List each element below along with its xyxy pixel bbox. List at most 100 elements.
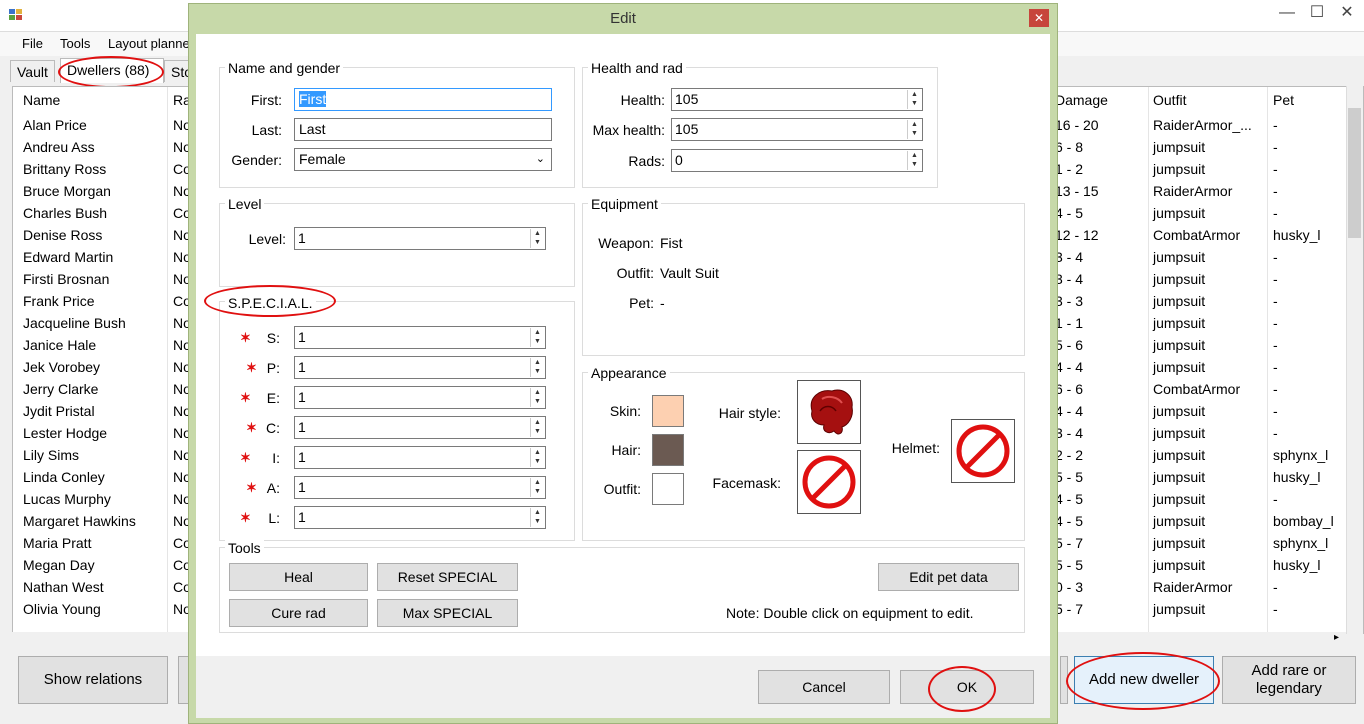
max-special-button[interactable]: Max SPECIAL xyxy=(377,599,518,627)
grid-cell-damage[interactable]: 4 - 5 xyxy=(1055,513,1083,529)
grid-cell-name[interactable]: Bruce Morgan xyxy=(23,183,111,199)
menu-file[interactable]: File xyxy=(22,36,43,51)
level-spinner[interactable]: 1 ▲ ▼ xyxy=(294,227,546,250)
grid-cell-damage[interactable]: 3 - 4 xyxy=(1055,249,1083,265)
grid-cell-outfit[interactable]: jumpsuit xyxy=(1153,161,1205,177)
grid-cell-pet[interactable]: - xyxy=(1273,205,1278,221)
gender-select[interactable]: Female ⌄ xyxy=(294,148,552,171)
spinner-arrows-icon[interactable]: ▲ ▼ xyxy=(530,478,544,497)
grid-cell-name[interactable]: Megan Day xyxy=(23,557,95,573)
outfit-value[interactable]: Vault Suit xyxy=(660,265,719,281)
spinner-arrows-icon[interactable]: ▲ ▼ xyxy=(907,90,921,109)
grid-cell-damage[interactable]: 3 - 3 xyxy=(1055,293,1083,309)
grid-cell-damage[interactable]: 4 - 5 xyxy=(1055,491,1083,507)
maximize-button[interactable]: ☐ xyxy=(1304,4,1330,24)
grid-cell-name[interactable]: Alan Price xyxy=(23,117,87,133)
grid-cell-outfit[interactable]: jumpsuit xyxy=(1153,359,1205,375)
spinner-arrows-icon[interactable]: ▲ ▼ xyxy=(530,229,544,248)
grid-header-outfit[interactable]: Outfit xyxy=(1153,92,1186,108)
grid-cell-outfit[interactable]: jumpsuit xyxy=(1153,601,1205,617)
grid-cell-pet[interactable]: - xyxy=(1273,271,1278,287)
grid-cell-damage[interactable]: 4 - 4 xyxy=(1055,403,1083,419)
grid-cell-outfit[interactable]: jumpsuit xyxy=(1153,535,1205,551)
weapon-value[interactable]: Fist xyxy=(660,235,683,251)
grid-cell-damage[interactable]: 4 - 4 xyxy=(1055,359,1083,375)
grid-cell-name[interactable]: Jydit Pristal xyxy=(23,403,95,419)
grid-cell-name[interactable]: Lucas Murphy xyxy=(23,491,111,507)
reset-special-button[interactable]: Reset SPECIAL xyxy=(377,563,518,591)
special-stat-spinner[interactable]: 1 ▲ ▼ xyxy=(294,476,546,499)
spinner-arrows-icon[interactable]: ▲ ▼ xyxy=(530,388,544,407)
scroll-right-arrow-icon[interactable]: ▸ xyxy=(1334,632,1339,643)
grid-cell-outfit[interactable]: jumpsuit xyxy=(1153,425,1205,441)
grid-cell-pet[interactable]: - xyxy=(1273,293,1278,309)
grid-cell-pet[interactable]: husky_l xyxy=(1273,469,1320,485)
grid-cell-name[interactable]: Jerry Clarke xyxy=(23,381,98,397)
health-spinner[interactable]: 105 ▲ ▼ xyxy=(671,88,923,111)
grid-cell-pet[interactable]: sphynx_l xyxy=(1273,535,1328,551)
grid-cell-pet[interactable]: - xyxy=(1273,315,1278,331)
edit-pet-data-button[interactable]: Edit pet data xyxy=(878,563,1019,591)
grid-cell-name[interactable]: Brittany Ross xyxy=(23,161,106,177)
dialog-close-button[interactable]: ✕ xyxy=(1029,9,1049,27)
cancel-button[interactable]: Cancel xyxy=(758,670,890,704)
grid-cell-pet[interactable]: - xyxy=(1273,601,1278,617)
grid-cell-name[interactable]: Frank Price xyxy=(23,293,95,309)
special-stat-spinner[interactable]: 1 ▲ ▼ xyxy=(294,386,546,409)
grid-cell-name[interactable]: Lily Sims xyxy=(23,447,79,463)
grid-cell-damage[interactable]: 1 - 1 xyxy=(1055,315,1083,331)
grid-cell-pet[interactable]: - xyxy=(1273,491,1278,507)
grid-cell-outfit[interactable]: jumpsuit xyxy=(1153,403,1205,419)
grid-cell-name[interactable]: Andreu Ass xyxy=(23,139,95,155)
grid-cell-outfit[interactable]: jumpsuit xyxy=(1153,205,1205,221)
grid-cell-name[interactable]: Olivia Young xyxy=(23,601,101,617)
special-stat-spinner[interactable]: 1 ▲ ▼ xyxy=(294,446,546,469)
grid-cell-outfit[interactable]: RaiderArmor xyxy=(1153,183,1232,199)
grid-cell-name[interactable]: Linda Conley xyxy=(23,469,105,485)
cure-rad-button[interactable]: Cure rad xyxy=(229,599,368,627)
grid-cell-name[interactable]: Denise Ross xyxy=(23,227,102,243)
grid-cell-outfit[interactable]: jumpsuit xyxy=(1153,337,1205,353)
grid-header-damage[interactable]: Damage xyxy=(1055,92,1108,108)
grid-cell-outfit[interactable]: CombatArmor xyxy=(1153,381,1240,397)
special-stat-spinner[interactable]: 1 ▲ ▼ xyxy=(294,326,546,349)
scrollbar-thumb[interactable] xyxy=(1348,108,1361,238)
grid-cell-pet[interactable]: - xyxy=(1273,161,1278,177)
grid-cell-outfit[interactable]: jumpsuit xyxy=(1153,249,1205,265)
grid-cell-outfit[interactable]: CombatArmor xyxy=(1153,227,1240,243)
grid-cell-damage[interactable]: 5 - 7 xyxy=(1055,601,1083,617)
grid-cell-pet[interactable]: - xyxy=(1273,117,1278,133)
grid-cell-outfit[interactable]: jumpsuit xyxy=(1153,271,1205,287)
grid-cell-damage[interactable]: 1 - 2 xyxy=(1055,161,1083,177)
grid-cell-pet[interactable]: - xyxy=(1273,403,1278,419)
grid-cell-name[interactable]: Firsti Brosnan xyxy=(23,271,109,287)
menu-layout-planner[interactable]: Layout planner xyxy=(108,36,194,51)
grid-cell-damage[interactable]: 5 - 6 xyxy=(1055,337,1083,353)
grid-cell-pet[interactable]: - xyxy=(1273,183,1278,199)
heal-button[interactable]: Heal xyxy=(229,563,368,591)
grid-cell-pet[interactable]: - xyxy=(1273,139,1278,155)
last-name-input[interactable]: Last xyxy=(294,118,552,141)
grid-cell-name[interactable]: Jek Vorobey xyxy=(23,359,100,375)
close-window-button[interactable]: ✕ xyxy=(1334,4,1360,24)
grid-cell-pet[interactable]: husky_l xyxy=(1273,227,1320,243)
grid-cell-pet[interactable]: - xyxy=(1273,249,1278,265)
grid-cell-damage[interactable]: 6 - 6 xyxy=(1055,381,1083,397)
spinner-arrows-icon[interactable]: ▲ ▼ xyxy=(907,151,921,170)
menu-tools[interactable]: Tools xyxy=(60,36,90,51)
grid-cell-name[interactable]: Jacqueline Bush xyxy=(23,315,126,331)
grid-cell-damage[interactable]: 3 - 4 xyxy=(1055,271,1083,287)
pet-value[interactable]: - xyxy=(660,295,665,311)
grid-cell-damage[interactable]: 0 - 3 xyxy=(1055,579,1083,595)
minimize-button[interactable]: — xyxy=(1274,4,1300,24)
grid-cell-damage[interactable]: 13 - 15 xyxy=(1055,183,1099,199)
grid-cell-outfit[interactable]: RaiderArmor xyxy=(1153,579,1232,595)
spinner-arrows-icon[interactable]: ▲ ▼ xyxy=(530,448,544,467)
spinner-arrows-icon[interactable]: ▲ ▼ xyxy=(530,328,544,347)
grid-cell-pet[interactable]: - xyxy=(1273,337,1278,353)
grid-cell-damage[interactable]: 3 - 4 xyxy=(1055,425,1083,441)
grid-cell-name[interactable]: Charles Bush xyxy=(23,205,107,221)
grid-cell-damage[interactable]: 2 - 2 xyxy=(1055,447,1083,463)
facemask-picker[interactable] xyxy=(797,450,861,514)
grid-cell-name[interactable]: Lester Hodge xyxy=(23,425,107,441)
